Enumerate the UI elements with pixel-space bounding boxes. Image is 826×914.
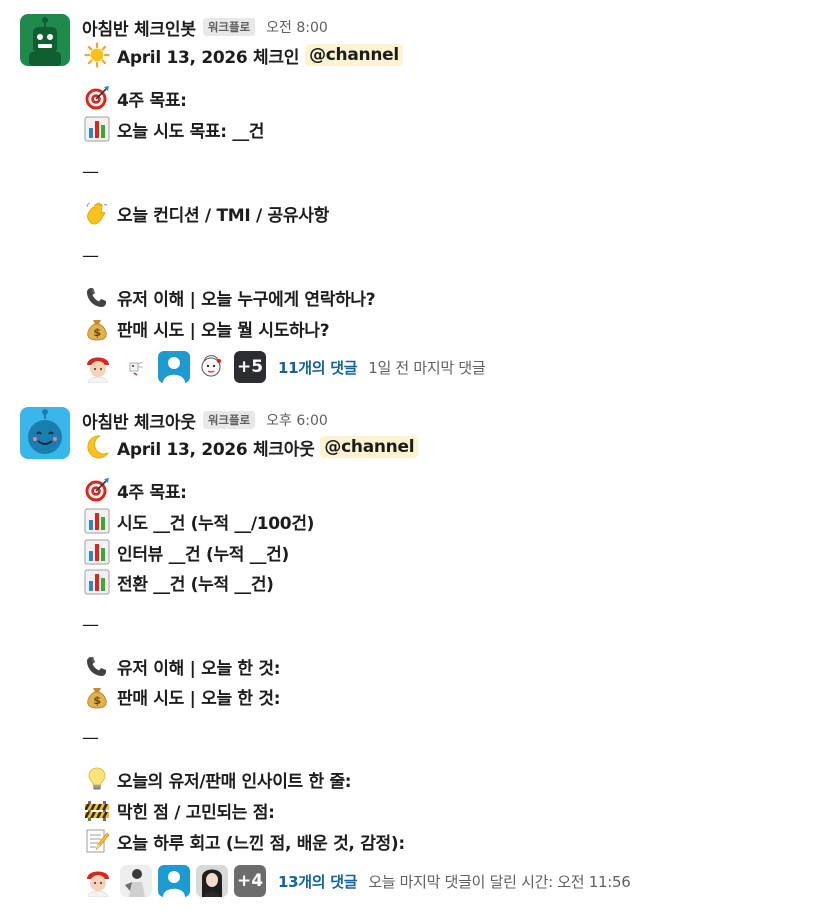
message-line: 4주 목표: bbox=[82, 475, 187, 505]
line-text: 4주 목표: bbox=[117, 90, 187, 111]
message-line: 오늘의 유저/판매 인사이트 한 줄: bbox=[82, 764, 352, 794]
message-line: 오늘 시도 목표: __건 bbox=[82, 114, 264, 144]
replier-avatar[interactable] bbox=[82, 865, 114, 897]
message-line: 판매 시도 | 오늘 한 것: bbox=[82, 681, 281, 711]
replier-avatar[interactable] bbox=[120, 865, 152, 897]
robot-blue-icon[interactable] bbox=[20, 407, 70, 459]
more-repliers-count[interactable]: +4 bbox=[234, 865, 266, 897]
message-header: 아침반 체크아웃 워크플로 오후 6:00 bbox=[82, 408, 328, 433]
message-line: 시도 __건 (누적 __/100건) bbox=[82, 506, 314, 536]
message-line: 오늘 하루 회고 (느낀 점, 배운 것, 감정): bbox=[82, 826, 405, 856]
divider-dash: — bbox=[82, 241, 99, 271]
line-text: — bbox=[82, 162, 99, 182]
message-header: 아침반 체크인봇 워크플로 오전 8:00 bbox=[82, 15, 328, 40]
line-text: 4주 목표: bbox=[117, 482, 187, 503]
line-text: 전환 __건 (누적 __건) bbox=[117, 574, 274, 595]
bar-chart-icon bbox=[82, 567, 112, 597]
message-line: 인터뷰 __건 (누적 __건) bbox=[82, 537, 289, 567]
more-repliers-count[interactable]: +5 bbox=[234, 351, 266, 383]
light-bulb-icon bbox=[82, 764, 112, 794]
money-bag-icon bbox=[82, 313, 112, 343]
replier-avatar[interactable] bbox=[196, 351, 228, 383]
line-text: 막힌 점 / 고민되는 점: bbox=[117, 802, 275, 823]
message-title-line: April 13, 2026 체크인 @channel bbox=[82, 40, 403, 70]
replier-avatar[interactable] bbox=[120, 351, 152, 383]
line-text: 시도 __건 (누적 __/100건) bbox=[117, 513, 315, 534]
memo-icon bbox=[82, 826, 112, 856]
target-icon bbox=[82, 475, 112, 505]
channel-mention[interactable]: @channel bbox=[305, 44, 403, 66]
message-line: 유저 이해 | 오늘 한 것: bbox=[82, 651, 281, 681]
line-text: 판매 시도 | 오늘 한 것: bbox=[117, 688, 281, 709]
last-reply-time: 1일 전 마지막 댓글 bbox=[368, 358, 486, 377]
timestamp[interactable]: 오후 6:00 bbox=[266, 410, 328, 430]
line-text: 인터뷰 __건 (누적 __건) bbox=[117, 544, 289, 565]
app-badge: 워크플로 bbox=[202, 411, 256, 429]
bar-chart-icon bbox=[82, 537, 112, 567]
divider-dash: — bbox=[82, 157, 99, 187]
message-line: 전환 __건 (누적 __건) bbox=[82, 567, 274, 597]
line-text: — bbox=[82, 728, 99, 748]
line-text: — bbox=[82, 615, 99, 635]
line-text: 유저 이해 | 오늘 한 것: bbox=[117, 658, 281, 679]
line-text: 오늘 컨디션 / TMI / 공유사항 bbox=[117, 205, 329, 226]
message-line: 막힌 점 / 고민되는 점: bbox=[82, 795, 275, 825]
bar-chart-icon bbox=[82, 114, 112, 144]
replier-avatar[interactable] bbox=[82, 351, 114, 383]
app-badge: 워크플로 bbox=[202, 18, 256, 36]
sender-name[interactable]: 아침반 체크아웃 bbox=[82, 408, 196, 433]
sun-icon bbox=[82, 40, 112, 70]
title-text: April 13, 2026 체크인 bbox=[117, 47, 300, 68]
reply-count-link[interactable]: 13개의 댓글 bbox=[278, 871, 358, 892]
crescent-moon-icon bbox=[82, 432, 112, 462]
line-text: 오늘 시도 목표: __건 bbox=[117, 121, 265, 142]
title-text: April 13, 2026 체크아웃 bbox=[117, 439, 315, 460]
message-line: 판매 시도 | 오늘 뭘 시도하나? bbox=[82, 313, 330, 343]
thread-replies-bar[interactable]: +4 13개의 댓글 오늘 마지막 댓글이 달린 시간: 오전 11:56 bbox=[82, 865, 631, 897]
default-user-avatar[interactable] bbox=[158, 351, 190, 383]
target-icon bbox=[82, 83, 112, 113]
last-reply-time: 오늘 마지막 댓글이 달린 시간: 오전 11:56 bbox=[368, 872, 631, 891]
telephone-icon bbox=[82, 282, 112, 312]
waving-hand-icon bbox=[82, 198, 112, 228]
channel-mention[interactable]: @channel bbox=[320, 436, 419, 458]
sender-name[interactable]: 아침반 체크인봇 bbox=[82, 15, 196, 40]
message-line: 4주 목표: bbox=[82, 83, 187, 113]
divider-dash: — bbox=[82, 723, 99, 753]
bar-chart-icon bbox=[82, 506, 112, 536]
line-text: 유저 이해 | 오늘 누구에게 연락하나? bbox=[117, 289, 376, 310]
timestamp[interactable]: 오전 8:00 bbox=[266, 17, 328, 37]
thread-replies-bar[interactable]: +5 11개의 댓글 1일 전 마지막 댓글 bbox=[82, 351, 486, 383]
divider-dash: — bbox=[82, 610, 99, 640]
telephone-icon bbox=[82, 651, 112, 681]
line-text: — bbox=[82, 246, 99, 266]
construction-icon bbox=[82, 795, 112, 825]
default-user-avatar[interactable] bbox=[158, 865, 190, 897]
message-line: 오늘 컨디션 / TMI / 공유사항 bbox=[82, 198, 329, 228]
message-title-line: April 13, 2026 체크아웃 @channel bbox=[82, 432, 419, 462]
replier-avatar[interactable] bbox=[196, 865, 228, 897]
line-text: 판매 시도 | 오늘 뭘 시도하나? bbox=[117, 320, 330, 341]
robot-green-icon[interactable] bbox=[20, 14, 70, 66]
line-text: 오늘의 유저/판매 인사이트 한 줄: bbox=[117, 771, 352, 792]
message-line: 유저 이해 | 오늘 누구에게 연락하나? bbox=[82, 282, 376, 312]
money-bag-icon bbox=[82, 681, 112, 711]
line-text: 오늘 하루 회고 (느낀 점, 배운 것, 감정): bbox=[117, 833, 405, 854]
reply-count-link[interactable]: 11개의 댓글 bbox=[278, 357, 358, 378]
